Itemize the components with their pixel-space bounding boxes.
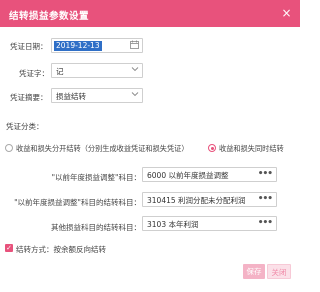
summary-select[interactable]: 损益结转 <box>51 88 143 103</box>
date-value: 2019-12-13 <box>54 40 102 51</box>
radio-separate[interactable] <box>5 144 13 152</box>
option-combined-label[interactable]: 收益和损失同时结转 <box>219 144 284 154</box>
close-icon[interactable]: × <box>279 6 294 21</box>
subject-adjust-value: 6000 以前年度损益调整 <box>147 171 229 180</box>
subject-adjust-transfer-label: "以前年度损益调整"科目的结转科目： <box>14 198 141 207</box>
voucher-word-value: 记 <box>56 67 64 76</box>
calendar-icon[interactable] <box>130 40 139 53</box>
close-button[interactable]: 关闭 <box>267 264 291 279</box>
subject-other-value: 3103 本年利润 <box>147 220 199 229</box>
dialog-titlebar: 结转损益参数设置 × <box>0 0 300 27</box>
transfer-method-checkbox[interactable]: ✓ <box>5 244 13 252</box>
summary-value: 损益结转 <box>56 92 86 101</box>
subject-adjust-label: "以前年度损益调整"科目： <box>51 173 141 182</box>
option-separate-label[interactable]: 收益和损失分开结转（分别生成收益凭证和损失凭证） <box>16 144 189 154</box>
voucher-word-label: 凭证字： <box>19 69 49 78</box>
dialog-title: 结转损益参数设置 <box>9 11 90 22</box>
date-field[interactable]: 2019-12-13 <box>51 38 143 53</box>
subject-adjust-field[interactable]: 6000 以前年度损益调整 ••• <box>142 167 277 182</box>
subject-adjust-transfer-field[interactable]: 310415 利润分配未分配利润 ••• <box>142 192 277 207</box>
chevron-down-icon <box>131 65 139 77</box>
voucher-word-select[interactable]: 记 <box>51 63 143 78</box>
chevron-down-icon <box>131 90 139 102</box>
category-label: 凭证分类： <box>6 122 44 131</box>
subject-other-label: 其他损益科目的结转科目： <box>51 223 141 232</box>
subject-other-field[interactable]: 3103 本年利润 ••• <box>142 216 277 231</box>
summary-label: 凭证摘要： <box>10 93 48 102</box>
more-icon[interactable]: ••• <box>258 193 273 205</box>
subject-adjust-transfer-value: 310415 利润分配未分配利润 <box>147 196 246 205</box>
more-icon[interactable]: ••• <box>258 217 273 229</box>
radio-combined[interactable] <box>208 144 216 152</box>
transfer-method-label[interactable]: 结转方式：按余额反向结转 <box>16 244 106 255</box>
more-icon[interactable]: ••• <box>258 168 273 180</box>
date-label: 凭证日期： <box>10 42 48 51</box>
save-button[interactable]: 保存 <box>243 264 265 279</box>
